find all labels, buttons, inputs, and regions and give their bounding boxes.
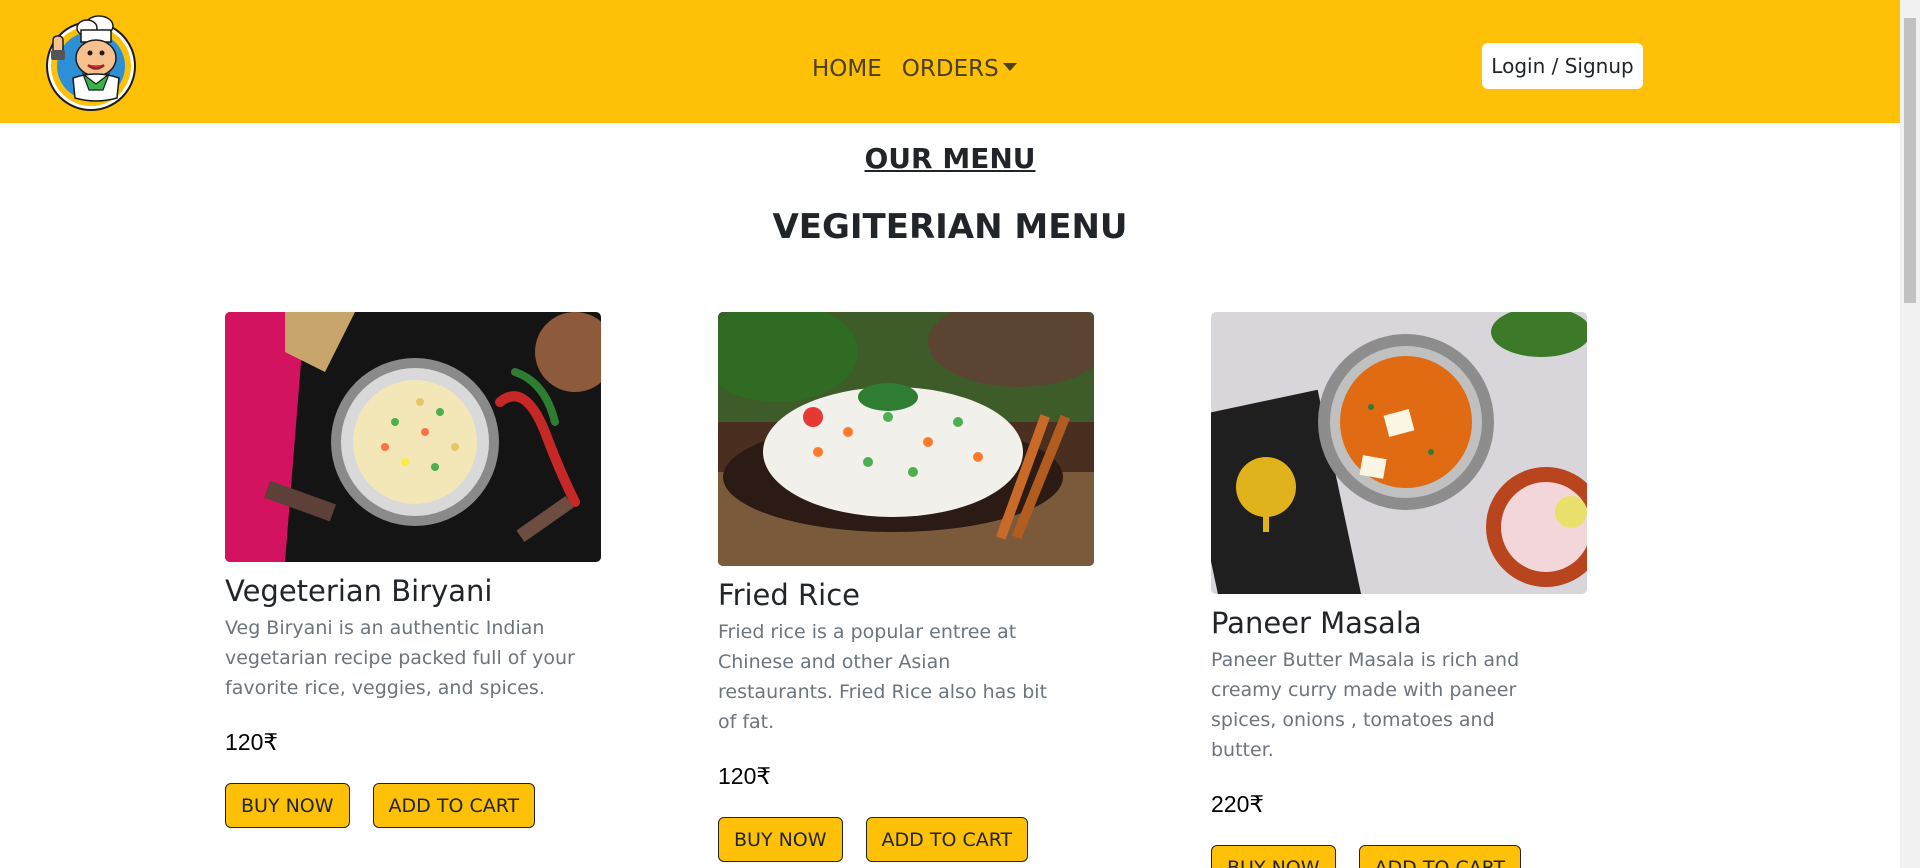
vegeterian-biryani-image [225, 312, 601, 562]
nav-orders-label: ORDERS [901, 56, 999, 82]
card-price: 120₹ [225, 729, 279, 755]
menu-card-vegeterian-biryani: Vegeterian Biryani Veg Biryani is an aut… [225, 312, 601, 828]
section-title: VEGITERIAN MENU [772, 207, 1128, 247]
page: HOME ORDERS Login / Signup OUR MENU VEGI… [0, 0, 1920, 868]
buy-now-button[interactable]: BUY NOW [1211, 845, 1336, 868]
chef-logo-icon [46, 15, 136, 111]
menu-card-paneer-masala: Paneer Masala Paneer Butter Masala is ri… [1211, 312, 1587, 868]
card-price: 220₹ [1211, 791, 1265, 817]
card-description: Veg Biryani is an authentic Indian veget… [225, 617, 575, 699]
paneer-masala-photo-icon [1211, 312, 1587, 594]
page-title: OUR MENU [864, 142, 1036, 175]
add-to-cart-button[interactable]: ADD TO CART [865, 817, 1029, 862]
card-description: Fried rice is a popular entree at Chines… [718, 621, 1048, 733]
chef-logo[interactable] [41, 12, 141, 112]
add-to-cart-button[interactable]: ADD TO CART [1358, 845, 1522, 868]
buy-now-button[interactable]: BUY NOW [718, 817, 843, 862]
nav-orders-dropdown[interactable]: ORDERS [902, 56, 1017, 82]
buy-now-button[interactable]: BUY NOW [225, 783, 350, 828]
fried-rice-photo-icon [718, 312, 1094, 566]
menu-card-fried-rice: Fried Rice Fried rice is a popular entre… [718, 312, 1094, 862]
card-actions: BUY NOW ADD TO CART [225, 783, 601, 828]
card-title: Paneer Masala [1211, 606, 1422, 640]
fried-rice-image [718, 312, 1094, 566]
card-title: Fried Rice [718, 578, 861, 612]
login-signup-button[interactable]: Login / Signup [1482, 43, 1643, 89]
nav-home-link[interactable]: HOME [812, 56, 882, 82]
caret-down-icon [1002, 62, 1017, 71]
vertical-scrollbar[interactable] [1900, 0, 1920, 868]
card-price: 120₹ [718, 763, 772, 789]
nav-links: HOME ORDERS [812, 56, 1017, 82]
card-actions: BUY NOW ADD TO CART [718, 817, 1094, 862]
biryani-photo-icon [225, 312, 601, 562]
card-description: Paneer Butter Masala is rich and creamy … [1211, 649, 1520, 761]
paneer-masala-image [1211, 312, 1587, 594]
scrollbar-thumb[interactable] [1904, 18, 1916, 303]
card-title: Vegeterian Biryani [225, 574, 493, 608]
navbar: HOME ORDERS Login / Signup [0, 0, 1900, 123]
add-to-cart-button[interactable]: ADD TO CART [372, 783, 536, 828]
card-actions: BUY NOW ADD TO CART [1211, 845, 1587, 868]
